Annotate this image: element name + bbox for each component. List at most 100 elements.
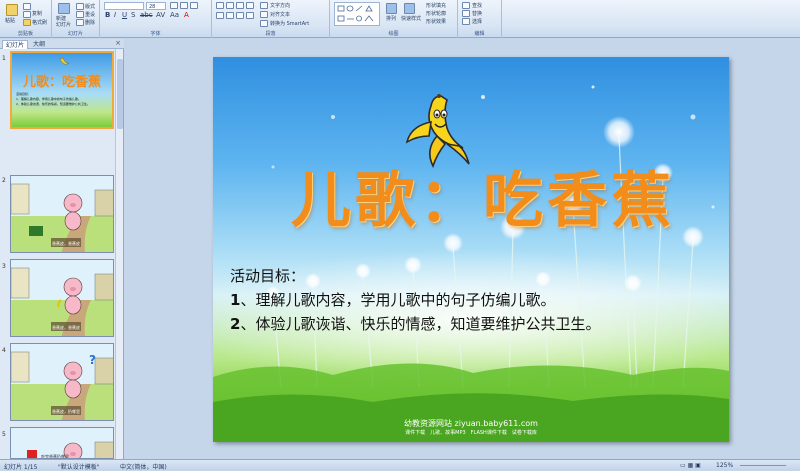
- arrange-icon[interactable]: [386, 3, 397, 14]
- bullets-icon[interactable]: [216, 2, 224, 9]
- view-buttons[interactable]: ▭ ▦ ▣: [680, 462, 701, 469]
- justify-icon[interactable]: [246, 12, 254, 19]
- panel-scrollbar[interactable]: [115, 49, 123, 459]
- goals-heading[interactable]: 活动目标：: [230, 265, 305, 286]
- align-text-icon[interactable]: [260, 11, 268, 18]
- paste-icon[interactable]: [6, 4, 18, 16]
- font-name-select[interactable]: [104, 2, 144, 10]
- select-icon[interactable]: [462, 18, 470, 25]
- footer-links: 课件下载 儿歌、故事MP3 FLASH课件下载 试卷下载库: [405, 430, 537, 436]
- status-bar: 幻灯片 1/15 "默认设计模板" 中文(简体，中国) ▭ ▦ ▣ 125%: [0, 459, 800, 471]
- question-mark-icon: ?: [89, 353, 96, 367]
- shapes-gallery-icons: [337, 5, 374, 22]
- thumb-goals: 活动目标： 1、理解儿歌内容，学用儿歌中的句子仿编儿歌。 2、体验儿歌诙谐、快乐…: [16, 92, 90, 107]
- goal-item-1[interactable]: 1、理解儿歌内容，学用儿歌中的句子仿编儿歌。: [230, 289, 555, 310]
- pig-scene-illustration: 香蕉皮，香蕉皮: [11, 260, 113, 336]
- spacing-icon[interactable]: AV: [156, 11, 165, 19]
- slide-thumbnail-5[interactable]: 吃完香蕉扔哪里: [10, 427, 114, 459]
- tab-slides[interactable]: 幻灯片: [2, 40, 29, 49]
- paragraph-group-label: 段落: [265, 31, 276, 37]
- slide-thumbnail-3[interactable]: 香蕉皮，香蕉皮: [10, 259, 114, 337]
- zoom-slider[interactable]: [740, 465, 786, 466]
- shape-fill-button[interactable]: 形状填充: [426, 3, 446, 9]
- slide-thumbnail-1[interactable]: 儿歌：吃香蕉 活动目标： 1、理解儿歌内容，学用儿歌中的句子仿编儿歌。 2、体验…: [10, 51, 114, 129]
- slide-canvas[interactable]: 儿歌：吃香蕉 活动目标： 1、理解儿歌内容，学用儿歌中的句子仿编儿歌。 2、体验…: [213, 57, 729, 442]
- cut-icon[interactable]: [23, 3, 31, 10]
- pig-scene-illustration: 吃完香蕉扔哪里: [11, 428, 113, 458]
- arrange-button[interactable]: 排列: [386, 16, 396, 22]
- clipboard-group-label: 剪贴板: [17, 31, 33, 37]
- text-direction-label: 文字方向: [270, 3, 291, 9]
- smartart-icon[interactable]: [260, 20, 268, 27]
- slide-thumbnail-2[interactable]: 香蕉皮，香蕉皮: [10, 175, 114, 253]
- thumb-number: 2: [2, 177, 6, 184]
- shapes-gallery[interactable]: [334, 2, 380, 26]
- paste-button[interactable]: 粘贴: [5, 18, 15, 24]
- new-slide-button[interactable]: 新建 幻灯片: [56, 16, 71, 28]
- align-center-icon[interactable]: [226, 12, 234, 19]
- thumb-number: 1: [2, 55, 6, 62]
- drawing-group-label: 绘图: [388, 31, 399, 37]
- footer-site: 幼教资源网站 ziyuan.baby611.com: [404, 419, 538, 428]
- goal-item-2[interactable]: 2、体验儿歌诙谐、快乐的情感，知道要维护公共卫生。: [230, 313, 600, 334]
- delete-icon[interactable]: [76, 19, 84, 26]
- copy-button[interactable]: 复制: [32, 11, 42, 17]
- font-group-label: 字体: [150, 31, 161, 37]
- thumb-title: 儿歌：吃香蕉: [22, 75, 101, 90]
- underline-icon[interactable]: U: [122, 11, 127, 19]
- font-size-select[interactable]: 28: [146, 2, 166, 10]
- select-button[interactable]: 选择: [472, 19, 482, 25]
- align-right-icon[interactable]: [236, 12, 244, 19]
- delete-button[interactable]: 删除: [85, 20, 95, 26]
- tab-outline[interactable]: 大纲: [30, 40, 48, 49]
- reset-button[interactable]: 重设: [85, 12, 95, 18]
- editing-group: 查找 替换 选择 编辑: [458, 0, 502, 38]
- numbering-icon[interactable]: [226, 2, 234, 9]
- quick-styles-icon[interactable]: [404, 3, 415, 14]
- replace-button[interactable]: 替换: [472, 11, 482, 17]
- bold-icon[interactable]: B: [105, 11, 110, 19]
- find-icon[interactable]: [462, 2, 470, 9]
- change-case-icon[interactable]: Aa: [170, 11, 179, 19]
- goal-text: 、体验儿歌诙谐、快乐的情感，知道要维护公共卫生。: [240, 315, 601, 333]
- font-color-icon[interactable]: A: [184, 11, 189, 19]
- align-left-icon[interactable]: [216, 12, 224, 19]
- find-button[interactable]: 查找: [472, 3, 482, 9]
- format-painter-icon[interactable]: [23, 19, 31, 26]
- quick-styles-button[interactable]: 快速样式: [401, 16, 421, 22]
- font-size-value: 28: [149, 4, 156, 10]
- trash-bin-icon: [27, 450, 37, 458]
- copy-icon[interactable]: [23, 11, 31, 18]
- goal-number: 2: [230, 315, 241, 333]
- align-text-button[interactable]: 对齐文本: [270, 12, 290, 18]
- zoom-level[interactable]: 125%: [716, 462, 733, 469]
- layout-button[interactable]: 版式: [85, 4, 95, 10]
- grow-font-icon[interactable]: [170, 2, 178, 9]
- thumb-caption: 香蕉皮，扔哪里: [52, 408, 80, 414]
- replace-icon[interactable]: [462, 10, 470, 17]
- layout-icon[interactable]: [76, 3, 84, 10]
- convert-smartart-button[interactable]: 转换为 SmartArt: [270, 21, 309, 27]
- decrease-indent-icon[interactable]: [236, 2, 244, 9]
- strikethrough-icon[interactable]: abc: [140, 11, 153, 19]
- shrink-font-icon[interactable]: [180, 2, 188, 9]
- new-slide-icon[interactable]: [58, 3, 70, 14]
- format-painter-button[interactable]: 格式刷: [32, 20, 47, 26]
- scrollbar-thumb[interactable]: [117, 59, 123, 129]
- panel-tabs: 幻灯片 大纲 ×: [0, 39, 124, 49]
- pig-scene-illustration: 香蕉皮，香蕉皮: [11, 176, 113, 252]
- slides-group-label: 幻灯片: [67, 31, 83, 37]
- increase-indent-icon[interactable]: [246, 2, 254, 9]
- slides-group: 新建 幻灯片 版式 重设 删除 幻灯片: [52, 0, 100, 38]
- thumb-goal-line: 2、体验儿歌诙谐、快乐的情感，知道要维护公共卫生。: [16, 102, 90, 106]
- reset-icon[interactable]: [76, 11, 84, 18]
- shape-outline-button[interactable]: 形状轮廓: [426, 11, 446, 17]
- shape-effects-button[interactable]: 形状效果: [426, 19, 446, 25]
- text-direction-icon[interactable]: [260, 2, 268, 9]
- close-icon[interactable]: ×: [115, 39, 121, 47]
- shadow-icon[interactable]: S: [131, 11, 135, 19]
- slide-title[interactable]: 儿歌：吃香蕉: [273, 152, 693, 239]
- slide-thumbnail-4[interactable]: ? 香蕉皮，扔哪里: [10, 343, 114, 421]
- clear-format-icon[interactable]: [190, 2, 198, 9]
- italic-icon[interactable]: I: [114, 11, 116, 19]
